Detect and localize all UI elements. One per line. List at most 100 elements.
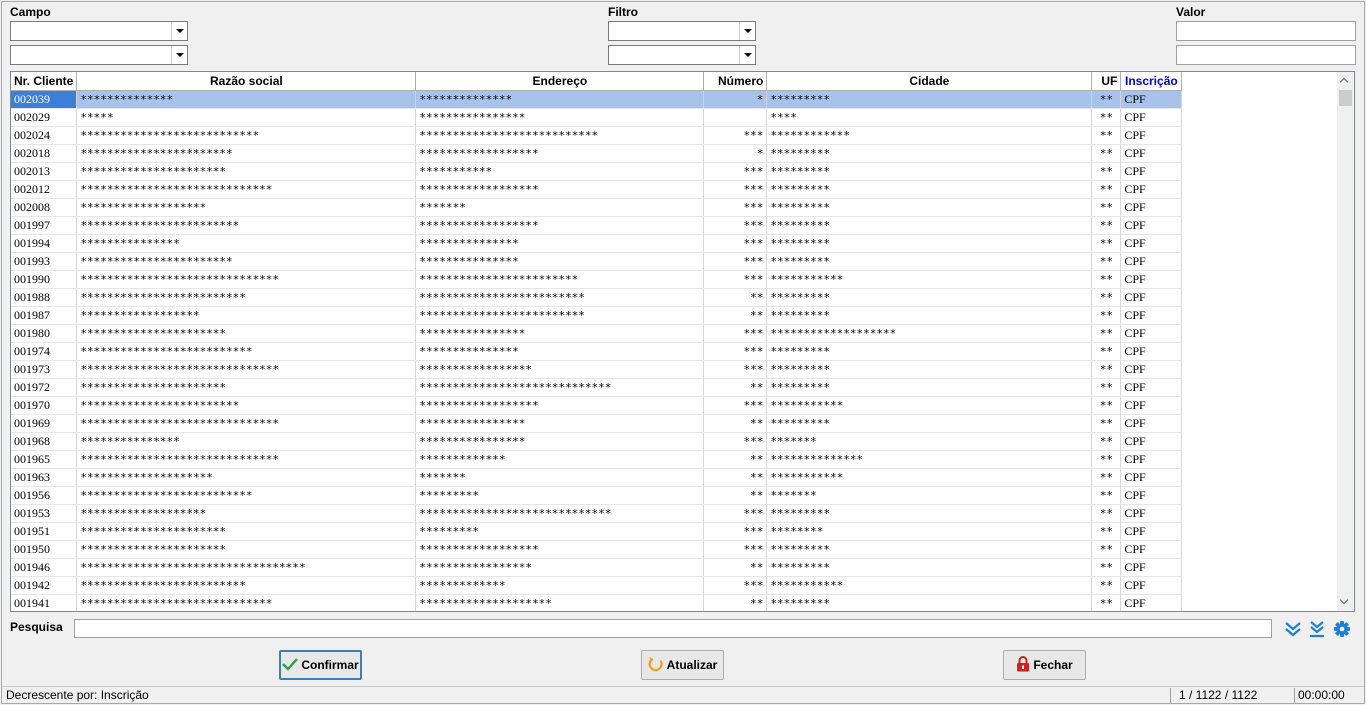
cell-numero[interactable]: ***: [703, 216, 768, 235]
cell-cidade[interactable]: *********: [766, 234, 1093, 253]
cell-cidade[interactable]: *********: [766, 342, 1093, 361]
cell-uf[interactable]: **: [1091, 108, 1122, 127]
cell-cidade[interactable]: *********: [766, 216, 1093, 235]
cell-cidade[interactable]: *******************: [766, 324, 1093, 343]
cell-numero[interactable]: ***: [703, 198, 768, 217]
cell-nr-cliente[interactable]: 002039: [11, 90, 78, 109]
scroll-to-end-icon[interactable]: [1307, 619, 1327, 639]
cell-cidade[interactable]: *********: [766, 180, 1093, 199]
col-header-cidade[interactable]: Cidade: [766, 72, 1093, 91]
cell-inscricao[interactable]: CPF: [1120, 360, 1183, 379]
cell-nr-cliente[interactable]: 001987: [11, 306, 78, 325]
double-chevron-down-icon[interactable]: [1283, 619, 1303, 639]
cell-uf[interactable]: **: [1091, 522, 1122, 541]
table-row[interactable]: 001968 *************** **************** ***…: [11, 432, 1183, 451]
cell-cidade[interactable]: ***********: [766, 468, 1093, 487]
cell-numero[interactable]: **: [703, 378, 768, 397]
table-row[interactable]: 002008 ******************* ******* *** *****…: [11, 198, 1183, 217]
cell-uf[interactable]: **: [1091, 378, 1122, 397]
search-input[interactable]: [74, 619, 1272, 638]
cell-nr-cliente[interactable]: 001974: [11, 342, 78, 361]
table-row[interactable]: 002013 ********************** *********** *…: [11, 162, 1183, 181]
cell-numero[interactable]: **: [703, 594, 768, 611]
cell-razao-social[interactable]: ***************: [76, 234, 417, 253]
cell-nr-cliente[interactable]: 002029: [11, 108, 78, 127]
cell-razao-social[interactable]: ************************: [76, 396, 417, 415]
cell-inscricao[interactable]: CPF: [1120, 108, 1183, 127]
chevron-down-icon[interactable]: [171, 46, 187, 64]
cell-inscricao[interactable]: CPF: [1120, 234, 1183, 253]
cell-uf[interactable]: **: [1091, 270, 1122, 289]
cell-inscricao[interactable]: CPF: [1120, 414, 1183, 433]
col-header-numero[interactable]: Número: [703, 72, 768, 91]
cell-uf[interactable]: **: [1091, 540, 1122, 559]
refresh-button[interactable]: Atualizar: [641, 650, 724, 680]
cell-endereco[interactable]: *****************: [415, 558, 705, 577]
cell-cidade[interactable]: ***********: [766, 270, 1093, 289]
cell-nr-cliente[interactable]: 001951: [11, 522, 78, 541]
cell-uf[interactable]: **: [1091, 252, 1122, 271]
cell-nr-cliente[interactable]: 002012: [11, 180, 78, 199]
table-row[interactable]: 001997 ************************ **********…: [11, 216, 1183, 235]
cell-nr-cliente[interactable]: 001963: [11, 468, 78, 487]
cell-numero[interactable]: **: [703, 450, 768, 469]
cell-nr-cliente[interactable]: 001953: [11, 504, 78, 523]
cell-endereco[interactable]: *****************************: [415, 378, 705, 397]
cell-inscricao[interactable]: CPF: [1120, 324, 1183, 343]
cell-razao-social[interactable]: ***********************: [76, 252, 417, 271]
cell-nr-cliente[interactable]: 001994: [11, 234, 78, 253]
cell-razao-social[interactable]: *************************: [76, 288, 417, 307]
cell-razao-social[interactable]: **********************: [76, 522, 417, 541]
cell-cidade[interactable]: ********: [766, 522, 1093, 541]
cell-numero[interactable]: ***: [703, 396, 768, 415]
cell-endereco[interactable]: *****************************: [415, 504, 705, 523]
cell-numero[interactable]: ***: [703, 234, 768, 253]
filtro-select-2[interactable]: [608, 45, 756, 65]
cell-razao-social[interactable]: *************************: [76, 576, 417, 595]
cell-uf[interactable]: **: [1091, 198, 1122, 217]
cell-inscricao[interactable]: CPF: [1120, 486, 1183, 505]
cell-numero[interactable]: ***: [703, 180, 768, 199]
cell-razao-social[interactable]: *****************************: [76, 594, 417, 611]
table-row[interactable]: 001993 *********************** ***********…: [11, 252, 1183, 271]
cell-inscricao[interactable]: CPF: [1120, 450, 1183, 469]
cell-cidade[interactable]: *********: [766, 198, 1093, 217]
cell-endereco[interactable]: *****************: [415, 360, 705, 379]
cell-razao-social[interactable]: *****************************: [76, 180, 417, 199]
cell-uf[interactable]: **: [1091, 162, 1122, 181]
cell-numero[interactable]: *: [703, 144, 768, 163]
cell-cidade[interactable]: ************: [766, 126, 1093, 145]
cell-endereco[interactable]: *************: [415, 576, 705, 595]
cell-nr-cliente[interactable]: 001980: [11, 324, 78, 343]
cell-uf[interactable]: **: [1091, 414, 1122, 433]
cell-uf[interactable]: **: [1091, 126, 1122, 145]
cell-inscricao[interactable]: CPF: [1120, 468, 1183, 487]
cell-endereco[interactable]: ******************: [415, 540, 705, 559]
table-row[interactable]: 001987 ****************** ****************…: [11, 306, 1183, 325]
table-row[interactable]: 002039 ************** ************** * *****…: [11, 90, 1183, 109]
cell-inscricao[interactable]: CPF: [1120, 432, 1183, 451]
cell-nr-cliente[interactable]: 001956: [11, 486, 78, 505]
cell-uf[interactable]: **: [1091, 90, 1122, 109]
table-row[interactable]: 002029 ***** **************** **** ** CPF: [11, 108, 1183, 127]
cell-razao-social[interactable]: *******************: [76, 504, 417, 523]
cell-endereco[interactable]: ****************: [415, 414, 705, 433]
cell-inscricao[interactable]: CPF: [1120, 270, 1183, 289]
cell-uf[interactable]: **: [1091, 324, 1122, 343]
cell-endereco[interactable]: ******************: [415, 396, 705, 415]
vertical-scrollbar[interactable]: [1337, 72, 1354, 611]
cell-uf[interactable]: **: [1091, 342, 1122, 361]
cell-endereco[interactable]: *********: [415, 522, 705, 541]
cell-cidade[interactable]: *********: [766, 306, 1093, 325]
cell-endereco[interactable]: ******************: [415, 144, 705, 163]
table-row[interactable]: 001941 ***************************** *****…: [11, 594, 1183, 611]
table-row[interactable]: 001970 ************************ **********…: [11, 396, 1183, 415]
cell-cidade[interactable]: *********: [766, 414, 1093, 433]
cell-endereco[interactable]: *******: [415, 198, 705, 217]
cell-cidade[interactable]: *********: [766, 252, 1093, 271]
cell-razao-social[interactable]: *******************: [76, 198, 417, 217]
cell-nr-cliente[interactable]: 002008: [11, 198, 78, 217]
cell-uf[interactable]: **: [1091, 288, 1122, 307]
cell-inscricao[interactable]: CPF: [1120, 144, 1183, 163]
cell-uf[interactable]: **: [1091, 576, 1122, 595]
